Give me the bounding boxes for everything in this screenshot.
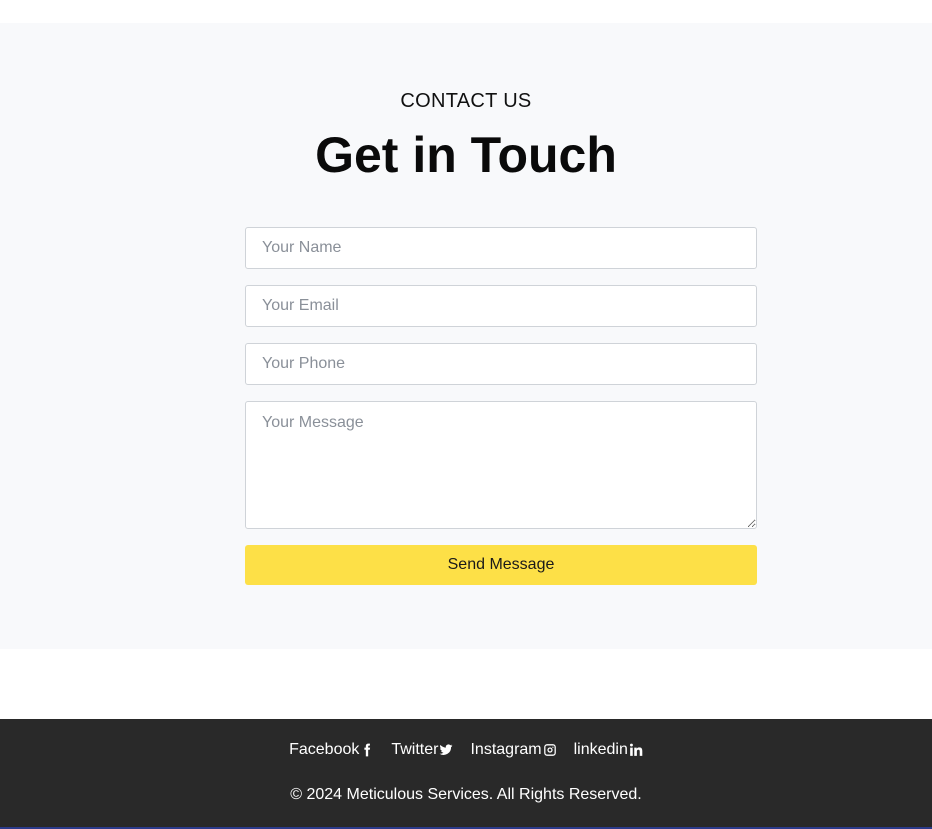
contact-section: CONTACT US Get in Touch Send Message	[0, 23, 932, 649]
facebook-link-label: Facebook	[289, 741, 360, 758]
page-title: Get in Touch	[315, 127, 617, 183]
linkedin-link[interactable]: linkedin	[574, 741, 643, 759]
footer: Facebook Twitter Instagram linkedin © 20…	[0, 719, 932, 829]
social-links: Facebook Twitter Instagram linkedin	[0, 741, 932, 759]
instagram-link-label: Instagram	[470, 741, 542, 758]
name-field[interactable]	[245, 227, 757, 269]
email-field[interactable]	[245, 285, 757, 327]
linkedin-icon	[629, 743, 643, 756]
facebook-icon	[364, 743, 371, 757]
send-message-button[interactable]: Send Message	[245, 545, 757, 585]
top-spacer	[0, 0, 932, 23]
copyright-text: © 2024 Meticulous Services. All Rights R…	[290, 786, 642, 803]
message-field[interactable]	[245, 401, 757, 529]
instagram-link[interactable]: Instagram	[470, 741, 556, 759]
twitter-link[interactable]: Twitter	[391, 741, 453, 759]
middle-spacer	[0, 649, 932, 719]
phone-field[interactable]	[245, 343, 757, 385]
twitter-link-label: Twitter	[391, 741, 439, 758]
instagram-icon	[543, 744, 556, 756]
linkedin-link-label: linkedin	[573, 741, 628, 758]
facebook-link[interactable]: Facebook	[289, 741, 374, 759]
twitter-icon	[440, 744, 453, 755]
contact-form: Send Message	[245, 227, 757, 585]
section-eyebrow: CONTACT US	[400, 90, 532, 112]
